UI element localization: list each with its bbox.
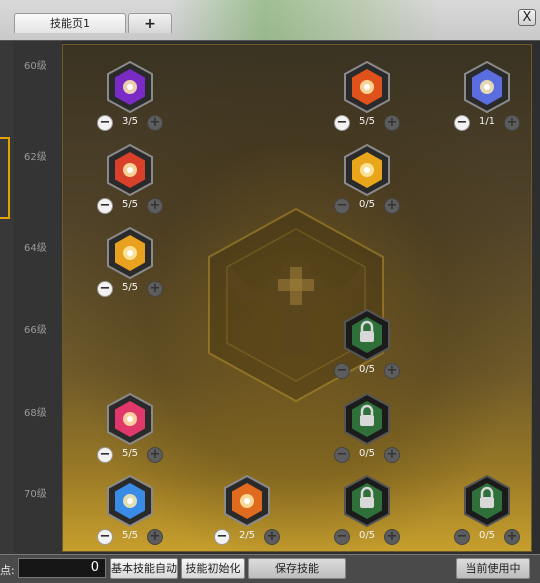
decrease-level-button[interactable]: −: [334, 447, 350, 463]
decrease-level-button[interactable]: −: [454, 115, 470, 131]
increase-level-button[interactable]: +: [384, 529, 400, 545]
decrease-level-button[interactable]: −: [334, 198, 350, 214]
blue-cross-icon[interactable]: [106, 475, 154, 527]
current-in-use-button[interactable]: 当前使用中: [456, 558, 530, 579]
increase-level-button[interactable]: +: [147, 198, 163, 214]
increase-level-button[interactable]: +: [384, 198, 400, 214]
red-blade-icon[interactable]: [106, 144, 154, 196]
skill-node[interactable]: − 0/5 +: [330, 475, 404, 551]
pink-slash-icon[interactable]: [106, 393, 154, 445]
skill-level-control: − 5/5 +: [93, 281, 167, 299]
skill-node[interactable]: − 5/5 +: [93, 475, 167, 551]
decrease-level-button[interactable]: −: [214, 529, 230, 545]
increase-level-button[interactable]: +: [384, 363, 400, 379]
decrease-level-button[interactable]: −: [334, 363, 350, 379]
skill-level-control: − 0/5 +: [330, 447, 404, 465]
skill-node[interactable]: − 5/5 +: [330, 61, 404, 137]
skill-level-count: 2/5: [238, 530, 256, 541]
level-label-70: 70级: [24, 489, 47, 500]
skill-level-count: 5/5: [121, 530, 139, 541]
skill-level-count: 5/5: [358, 116, 376, 127]
lock-icon[interactable]: [343, 393, 391, 445]
increase-level-button[interactable]: +: [504, 115, 520, 131]
skill-node[interactable]: − 5/5 +: [93, 227, 167, 303]
skill-level-control: − 0/5 +: [330, 198, 404, 216]
auto-basic-skills-button[interactable]: 基本技能自动: [110, 558, 178, 579]
skill-panel: 60级 62级 64级 66级 68级 70级 − 3/5 + − 5/5 + …: [0, 40, 540, 555]
golden-shield-icon[interactable]: [343, 144, 391, 196]
increase-level-button[interactable]: +: [384, 115, 400, 131]
skill-level-control: − 5/5 +: [93, 529, 167, 547]
level-label-66: 66级: [24, 325, 47, 336]
tab-skill-page-1[interactable]: 技能页1: [14, 13, 126, 33]
close-button[interactable]: X: [518, 9, 536, 26]
increase-level-button[interactable]: +: [147, 529, 163, 545]
skill-level-count: 5/5: [121, 448, 139, 459]
increase-level-button[interactable]: +: [147, 115, 163, 131]
level-label-62: 62级: [24, 152, 47, 163]
decrease-level-button[interactable]: −: [97, 115, 113, 131]
level-label-60: 60级: [24, 61, 47, 72]
level-label-64: 64级: [24, 243, 47, 254]
skill-level-count: 5/5: [121, 282, 139, 293]
skill-level-count: 3/5: [121, 116, 139, 127]
skill-node[interactable]: − 0/5 +: [450, 475, 524, 551]
skill-level-control: − 5/5 +: [93, 198, 167, 216]
skill-level-control: − 3/5 +: [93, 115, 167, 133]
purple-orb-icon[interactable]: [106, 61, 154, 113]
increase-level-button[interactable]: +: [504, 529, 520, 545]
selected-row-marker: [0, 137, 10, 219]
skill-level-count: 5/5: [121, 199, 139, 210]
flame-slash-icon[interactable]: [343, 61, 391, 113]
decrease-level-button[interactable]: −: [97, 529, 113, 545]
skill-node[interactable]: − 0/5 +: [330, 309, 404, 385]
increase-level-button[interactable]: +: [384, 447, 400, 463]
skill-level-count: 0/5: [478, 530, 496, 541]
skill-level-count: 0/5: [358, 530, 376, 541]
skill-node[interactable]: − 1/1 +: [450, 61, 524, 137]
increase-level-button[interactable]: +: [147, 281, 163, 297]
decrease-level-button[interactable]: −: [97, 281, 113, 297]
skill-level-count: 0/5: [358, 448, 376, 459]
skill-level-control: − 0/5 +: [450, 529, 524, 547]
level-label-68: 68级: [24, 408, 47, 419]
level-column: 60级 62级 64级 66级 68级 70级: [14, 41, 62, 555]
decrease-level-button[interactable]: −: [97, 447, 113, 463]
decrease-level-button[interactable]: −: [97, 198, 113, 214]
skill-node[interactable]: − 0/5 +: [330, 393, 404, 469]
skill-node[interactable]: − 5/5 +: [93, 393, 167, 469]
skill-level-control: − 5/5 +: [93, 447, 167, 465]
skill-level-control: − 1/1 +: [450, 115, 524, 133]
orange-figure-icon[interactable]: [223, 475, 271, 527]
skill-level-control: − 5/5 +: [330, 115, 404, 133]
lock-icon[interactable]: [343, 309, 391, 361]
skill-node[interactable]: − 2/5 +: [210, 475, 284, 551]
skill-node[interactable]: − 3/5 +: [93, 61, 167, 137]
window-header: 技能页1 + X: [0, 0, 540, 40]
skill-points-value: 0: [18, 558, 106, 578]
skill-level-count: 1/1: [478, 116, 496, 127]
skill-node[interactable]: − 5/5 +: [93, 144, 167, 220]
bottom-bar: 点: 0 基本技能自动 技能初始化 保存技能 当前使用中: [0, 554, 540, 583]
increase-level-button[interactable]: +: [264, 529, 280, 545]
skill-node[interactable]: − 0/5 +: [330, 144, 404, 220]
increase-level-button[interactable]: +: [147, 447, 163, 463]
left-edge: [0, 41, 14, 555]
decrease-level-button[interactable]: −: [334, 529, 350, 545]
add-tab-button[interactable]: +: [128, 13, 172, 33]
save-skills-button[interactable]: 保存技能: [248, 558, 346, 579]
skill-level-count: 0/5: [358, 199, 376, 210]
skill-level-control: − 2/5 +: [210, 529, 284, 547]
reset-skills-button[interactable]: 技能初始化: [181, 558, 245, 579]
skill-level-control: − 0/5 +: [330, 363, 404, 381]
decrease-level-button[interactable]: −: [334, 115, 350, 131]
lock-icon[interactable]: [343, 475, 391, 527]
golden-cube-icon[interactable]: [106, 227, 154, 279]
lock-icon[interactable]: [463, 475, 511, 527]
skill-level-control: − 0/5 +: [330, 529, 404, 547]
skill-level-count: 0/5: [358, 364, 376, 375]
decrease-level-button[interactable]: −: [454, 529, 470, 545]
skill-points-label: 点:: [0, 564, 15, 577]
portrait-icon[interactable]: [463, 61, 511, 113]
